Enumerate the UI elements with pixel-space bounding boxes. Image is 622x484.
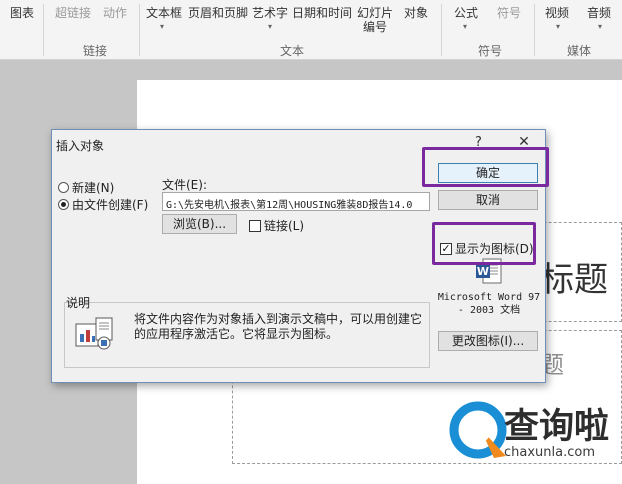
textbox-button[interactable]: 文本框: [146, 4, 182, 21]
hyperlink-button[interactable]: 超链接: [55, 4, 91, 21]
textbox-dropdown-icon[interactable]: ▾: [160, 22, 164, 31]
ribbon-separator: [43, 4, 44, 56]
ribbon-separator: [534, 4, 535, 56]
create-new-label: 新建(N): [72, 181, 115, 195]
icon-caption-line1: Microsoft Word 97: [437, 292, 541, 303]
browse-button[interactable]: 浏览(B)...: [162, 214, 237, 234]
equation-dropdown-icon[interactable]: ▾: [463, 22, 467, 31]
datetime-button[interactable]: 日期和时间: [292, 4, 352, 21]
embedded-object-icon: [75, 317, 113, 350]
group-label-symbols: 符号: [478, 44, 503, 58]
audio-dropdown-icon[interactable]: ▾: [598, 22, 602, 31]
dialog-title: 插入对象: [56, 139, 105, 153]
ribbon-separator: [441, 4, 442, 56]
link-checkbox-label: 链接(L): [264, 219, 305, 233]
link-checkbox-box[interactable]: [249, 219, 261, 232]
video-button[interactable]: 视频: [545, 4, 569, 21]
slide-number-button-line2[interactable]: 编号: [363, 18, 387, 35]
link-checkbox[interactable]: 链接(L): [249, 217, 304, 234]
description-text: 将文件内容作为对象插入到演示文稿中，可以用创建它的应用程序激活它。它将显示为图标…: [134, 312, 423, 341]
symbol-button[interactable]: 符号: [497, 4, 521, 21]
file-label: 文件(E):: [162, 178, 207, 192]
icon-caption: Microsoft Word 97 - 2003 文档: [436, 291, 542, 317]
charts-button[interactable]: 图表: [10, 4, 34, 21]
create-from-file-label: 由文件创建(F): [72, 198, 149, 212]
watermark-text: 查询啦: [504, 407, 610, 447]
title-placeholder-text: 标题: [540, 260, 608, 300]
header-footer-button[interactable]: 页眉和页脚: [188, 4, 248, 21]
ribbon: 图表 超链接 动作 链接 文本框 ▾ 页眉和页脚 艺术字 ▾ 日期和时间 幻灯片…: [0, 0, 622, 60]
change-icon-button[interactable]: 更改图标(I)...: [438, 331, 538, 351]
highlight-ok-button: [422, 147, 549, 187]
group-label-links: 链接: [83, 44, 108, 58]
wordart-button[interactable]: 艺术字: [252, 4, 288, 21]
action-button[interactable]: 动作: [103, 4, 127, 21]
equation-button[interactable]: 公式: [454, 4, 478, 21]
file-path-input[interactable]: G:\先安电机\报表\第12周\HOUSING雅装8D报告14.0: [162, 192, 430, 211]
group-label-text: 文本: [280, 44, 305, 58]
object-button[interactable]: 对象: [404, 4, 428, 21]
create-from-file-radio[interactable]: 由文件创建(F): [58, 196, 148, 213]
wordart-dropdown-icon[interactable]: ▾: [268, 22, 272, 31]
create-new-radio[interactable]: 新建(N): [58, 179, 114, 196]
ribbon-separator: [139, 4, 140, 56]
icon-caption-line2: - 2003 文档: [457, 305, 521, 316]
highlight-display-as-icon: [432, 222, 536, 265]
video-dropdown-icon[interactable]: ▾: [556, 22, 560, 31]
watermark-url: chaxunla.com: [504, 445, 595, 460]
audio-button[interactable]: 音频: [587, 4, 611, 21]
description-label: 说明: [66, 296, 91, 310]
radio-indicator-selected[interactable]: [58, 199, 69, 210]
group-label-media: 媒体: [567, 44, 592, 58]
svg-text:W: W: [477, 265, 489, 278]
radio-indicator[interactable]: [58, 182, 69, 193]
cancel-button[interactable]: 取消: [438, 190, 538, 210]
